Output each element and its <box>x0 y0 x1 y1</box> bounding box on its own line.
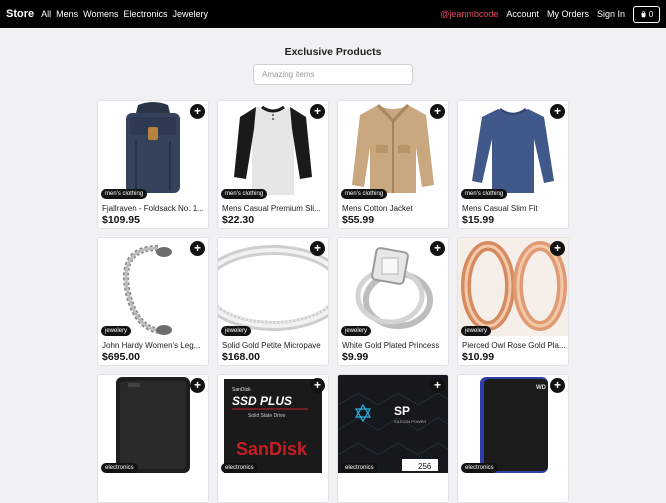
product-card[interactable]: + men's clothing Mens Casual Premium Sli… <box>217 100 329 229</box>
product-title: Solid Gold Petite Micropave <box>222 341 321 350</box>
product-price: $168.00 <box>222 351 260 363</box>
product-title: Mens Casual Slim Fit <box>462 204 538 213</box>
category-badge: men's clothing <box>101 189 148 199</box>
product-price: $10.99 <box>462 351 495 363</box>
product-card[interactable]: + jewelery Pierced Owl Rose Gold Pla... … <box>457 237 569 366</box>
svg-text:WD: WD <box>536 385 547 391</box>
add-to-cart-button[interactable]: + <box>550 241 565 256</box>
product-grid: + men's clothing Fjallraven - Foldsack N… <box>97 100 569 503</box>
add-to-cart-button[interactable]: + <box>550 378 565 393</box>
product-card[interactable]: SanDisk SSD PLUS Solid State Drive SanDi… <box>217 374 329 503</box>
product-title: White Gold Plated Princess <box>342 341 440 350</box>
add-to-cart-button[interactable]: + <box>310 104 325 119</box>
product-title: Fjallraven - Foldsack No. 1... <box>102 204 204 213</box>
ssd-line1: SSD PLUS <box>232 394 292 408</box>
brand-link[interactable]: Store <box>6 8 34 20</box>
product-card[interactable]: + men's clothing Fjallraven - Foldsack N… <box>97 100 209 229</box>
cart-button[interactable]: 0 <box>633 5 660 23</box>
sign-in-link[interactable]: Sign In <box>597 9 625 19</box>
page-title: Exclusive Products <box>284 46 382 58</box>
add-to-cart-button[interactable]: + <box>430 241 445 256</box>
nav-link-mens[interactable]: Mens <box>56 9 78 19</box>
product-card[interactable]: WD + electronics <box>457 374 569 503</box>
nav-link-womens[interactable]: Womens <box>83 9 118 19</box>
product-title: Mens Cotton Jacket <box>342 204 413 213</box>
search-input[interactable] <box>253 64 413 85</box>
product-card[interactable]: + men's clothing Mens Cotton Jacket $55.… <box>337 100 449 229</box>
category-badge: jewelery <box>461 326 492 336</box>
my-orders-link[interactable]: My Orders <box>547 9 589 19</box>
nav-link-all[interactable]: All <box>41 9 51 19</box>
category-badge: jewelery <box>341 326 372 336</box>
sp-size: 256 <box>418 462 432 471</box>
nav-link-jewelery[interactable]: Jewelery <box>173 9 209 19</box>
ssd-line2: Solid State Drive <box>248 413 285 419</box>
category-badge: men's clothing <box>341 189 388 199</box>
account-link[interactable]: Account <box>506 9 539 19</box>
user-handle-link[interactable]: @jeanmbcode <box>440 9 498 19</box>
category-badge: electronics <box>221 463 258 473</box>
add-to-cart-button[interactable]: + <box>550 104 565 119</box>
category-badge: electronics <box>461 463 498 473</box>
add-to-cart-button[interactable]: + <box>430 104 445 119</box>
add-to-cart-button[interactable]: + <box>190 241 205 256</box>
category-badge: jewelery <box>101 326 132 336</box>
ssd-logo: SanDisk <box>236 439 308 459</box>
product-card[interactable]: + jewelery John Hardy Women's Leg... $69… <box>97 237 209 366</box>
product-price: $109.95 <box>102 214 140 226</box>
category-badge: men's clothing <box>221 189 268 199</box>
product-price: $9.99 <box>342 351 369 363</box>
product-title: Pierced Owl Rose Gold Pla... <box>462 341 566 350</box>
product-price: $15.99 <box>462 214 495 226</box>
sp-logo: SP <box>394 404 410 418</box>
ssd-brand-small: SanDisk <box>232 387 251 393</box>
product-card[interactable]: + jewelery Solid Gold Petite Micropave $… <box>217 237 329 366</box>
add-to-cart-button[interactable]: + <box>430 378 445 393</box>
product-price: $22.30 <box>222 214 255 226</box>
navbar: Store All Mens Womens Electronics Jewele… <box>0 0 666 28</box>
sp-sub: SILICON POWER <box>394 419 426 424</box>
shopping-bag-icon <box>641 10 646 17</box>
nav-right: @jeanmbcode Account My Orders Sign In 0 <box>432 5 660 23</box>
product-title: Mens Casual Premium Sli... <box>222 204 321 213</box>
category-badge: electronics <box>101 463 138 473</box>
add-to-cart-button[interactable]: + <box>310 378 325 393</box>
cart-count: 0 <box>648 9 654 19</box>
product-title: John Hardy Women's Leg... <box>102 341 201 350</box>
category-badge: men's clothing <box>461 189 508 199</box>
category-badge: electronics <box>341 463 378 473</box>
product-card[interactable]: + men's clothing Mens Casual Slim Fit $1… <box>457 100 569 229</box>
nav-link-electronics[interactable]: Electronics <box>124 9 168 19</box>
product-card[interactable]: + jewelery White Gold Plated Princess $9… <box>337 237 449 366</box>
category-badge: jewelery <box>221 326 252 336</box>
add-to-cart-button[interactable]: + <box>190 378 205 393</box>
product-card[interactable]: SP SILICON POWER 256 + electronics <box>337 374 449 503</box>
product-price: $695.00 <box>102 351 140 363</box>
add-to-cart-button[interactable]: + <box>310 241 325 256</box>
product-price: $55.99 <box>342 214 375 226</box>
product-card[interactable]: + electronics <box>97 374 209 503</box>
add-to-cart-button[interactable]: + <box>190 104 205 119</box>
